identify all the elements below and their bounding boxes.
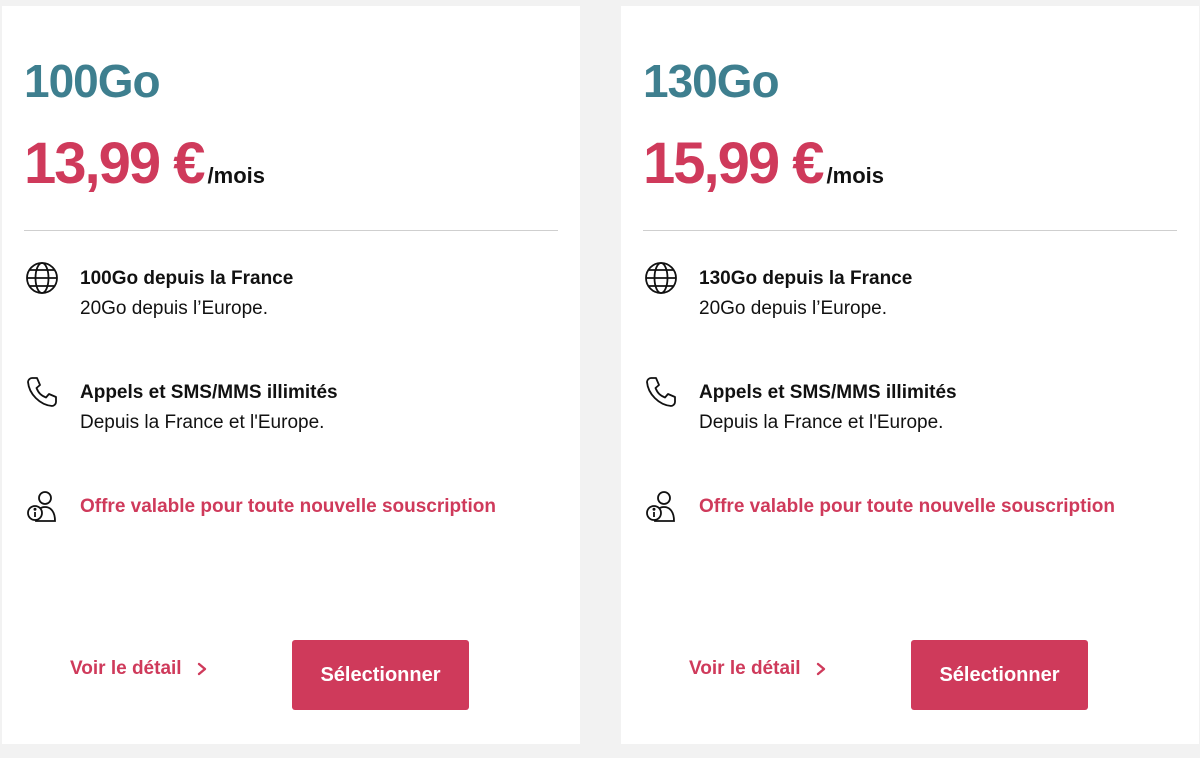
offer-price: 15,99 €/mois [643,130,884,197]
offer-notice: Offre valable pour toute nouvelle souscr… [699,496,1115,517]
detail-label: Voir le détail [689,658,801,679]
feature-title: 130Go depuis la France [699,268,913,289]
select-button[interactable]: Sélectionner [911,640,1088,710]
detail-label: Voir le détail [70,658,182,679]
feature-subtitle: 20Go depuis l’Europe. [80,298,269,319]
divider [24,230,558,231]
phone-icon [27,377,57,407]
chevron-right-icon [197,662,206,676]
voir-le-detail-link[interactable]: Voir le détail [689,658,827,680]
feature-calls: Appels et SMS/MMS illimités Depuis la Fr… [643,377,1189,438]
offer-notice: Offre valable pour toute nouvelle souscr… [80,496,496,517]
feature-title: 100Go depuis la France [80,268,294,289]
feature-title: Appels et SMS/MMS illimités [699,382,957,403]
price-unit: /mois [826,163,884,188]
price-amount: 13,99 € [24,131,206,196]
offer-data-title: 100Go [24,55,161,107]
feature-notice: Offre valable pour toute nouvelle souscr… [24,491,570,524]
offer-data-title: 130Go [643,55,780,107]
feature-subtitle: 20Go depuis l’Europe. [699,298,888,319]
offer-card-130go: 130Go 15,99 €/mois 130Go depuis la Franc… [621,6,1199,744]
divider [643,230,1177,231]
feature-title: Appels et SMS/MMS illimités [80,382,338,403]
offer-card-100go: 100Go 13,99 €/mois 100Go depuis la Franc… [2,6,580,744]
price-amount: 15,99 € [643,131,825,196]
feature-notice: Offre valable pour toute nouvelle souscr… [643,491,1189,524]
chevron-right-icon [816,662,825,676]
feature-data: 100Go depuis la France 20Go depuis l’Eur… [24,262,570,324]
user-info-icon [646,491,675,522]
user-info-icon [27,491,56,522]
feature-subtitle: Depuis la France et l'Europe. [699,412,944,433]
feature-data: 130Go depuis la France 20Go depuis l’Eur… [643,262,1189,324]
offer-price: 13,99 €/mois [24,130,265,197]
voir-le-detail-link[interactable]: Voir le détail [70,658,208,680]
price-unit: /mois [207,163,265,188]
select-button[interactable]: Sélectionner [292,640,469,710]
phone-icon [646,377,676,407]
feature-subtitle: Depuis la France et l'Europe. [80,412,325,433]
globe-icon [645,262,677,294]
feature-calls: Appels et SMS/MMS illimités Depuis la Fr… [24,377,570,438]
globe-icon [26,262,58,294]
